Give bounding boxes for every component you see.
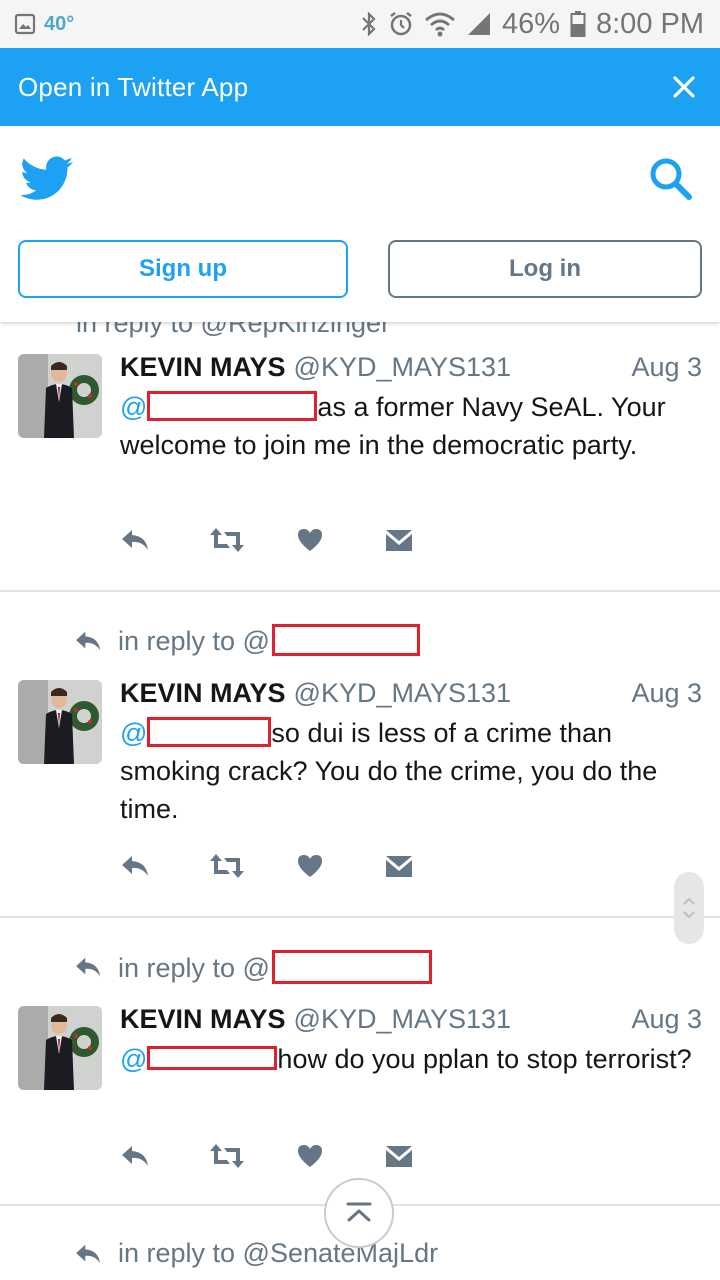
avatar[interactable] (18, 354, 102, 438)
author-name[interactable]: KEVIN MAYS (120, 352, 286, 383)
tweet[interactable]: in reply to @ KEVIN MAYS @KYD_MAYS131 Au… (0, 920, 720, 1206)
site-header: Sign up Log in (0, 126, 720, 322)
like-icon[interactable] (296, 848, 384, 884)
retweet-icon[interactable] (208, 522, 296, 558)
redaction-box (271, 950, 432, 984)
temperature: 40° (44, 12, 75, 35)
redaction-box (147, 717, 272, 747)
battery-icon (570, 10, 586, 38)
tweet-actions (120, 1138, 472, 1174)
signup-button[interactable]: Sign up (18, 240, 348, 298)
reply-context[interactable]: in reply to @SenateMajLdr (74, 1238, 438, 1269)
reply-context[interactable]: in reply to @ (74, 624, 420, 657)
avatar[interactable] (18, 680, 102, 764)
direct-message-icon[interactable] (384, 848, 472, 884)
author-name[interactable]: KEVIN MAYS (120, 1004, 286, 1035)
reply-to-label: in reply to @ (118, 953, 270, 983)
wifi-icon (424, 11, 456, 37)
retweet-icon[interactable] (208, 1138, 296, 1174)
author-handle[interactable]: @KYD_MAYS131 (294, 1004, 512, 1035)
redaction-box (147, 1046, 278, 1070)
tweet-actions (120, 848, 472, 884)
author-handle[interactable]: @KYD_MAYS131 (294, 678, 512, 709)
direct-message-icon[interactable] (384, 1138, 472, 1174)
author-handle[interactable]: @KYD_MAYS131 (294, 352, 512, 383)
like-icon[interactable] (296, 522, 384, 558)
reply-to-label: in reply to @SenateMajLdr (118, 1238, 439, 1268)
bluetooth-icon (360, 10, 378, 38)
reply-icon (76, 1244, 101, 1263)
search-icon[interactable] (648, 156, 694, 207)
open-in-app-banner[interactable]: Open in Twitter App (0, 48, 720, 126)
mention-link[interactable]: @ (120, 1044, 147, 1074)
clock: 8:00 PM (596, 7, 704, 40)
reply-icon (76, 631, 101, 650)
tweet-text: @ as a former Navy SeAL. Your welcome to … (120, 391, 666, 460)
tweet-actions (120, 522, 472, 558)
twitter-bird-icon[interactable] (20, 156, 74, 207)
scrollbar-handle[interactable] (674, 872, 704, 944)
tweet-date[interactable]: Aug 3 (631, 352, 702, 383)
open-in-app-label: Open in Twitter App (18, 71, 249, 102)
mention-link[interactable]: @ (120, 392, 147, 422)
tweet-date[interactable]: Aug 3 (631, 678, 702, 709)
reply-context[interactable]: in reply to @ (74, 950, 432, 984)
retweet-icon[interactable] (208, 848, 296, 884)
chevron-down-icon (683, 911, 695, 919)
author-name[interactable]: KEVIN MAYS (120, 678, 286, 709)
tweet-date[interactable]: Aug 3 (631, 1004, 702, 1035)
scroll-to-top-button[interactable] (324, 1178, 394, 1248)
alarm-icon (388, 10, 414, 38)
tweet-text: @ how do you pplan to stop terrorist? (120, 1044, 692, 1074)
direct-message-icon[interactable] (384, 522, 472, 558)
avatar[interactable] (18, 1006, 102, 1090)
reply-to-label: in reply to @ (118, 626, 270, 656)
like-icon[interactable] (296, 1138, 384, 1174)
login-button[interactable]: Log in (388, 240, 702, 298)
redaction-box (271, 624, 420, 656)
gallery-icon (14, 13, 36, 35)
signal-icon (466, 11, 492, 37)
status-bar: 40° 46% 8:00 PM (0, 0, 720, 48)
tweet-text: @ so dui is less of a crime than smoking … (120, 717, 658, 824)
redaction-box (147, 391, 318, 421)
reply-icon (76, 957, 101, 977)
reply-icon[interactable] (120, 1138, 208, 1174)
tweet[interactable]: KEVIN MAYS @KYD_MAYS131 Aug 3 @ as a form… (0, 322, 720, 592)
mention-link[interactable]: @ (120, 718, 147, 748)
double-chevron-up-icon (346, 1202, 372, 1222)
close-icon[interactable] (668, 71, 700, 103)
timeline[interactable]: in reply to @RepKinzinger KEVIN MAYS @KY… (0, 322, 720, 1280)
reply-icon[interactable] (120, 522, 208, 558)
battery-percent: 46% (501, 7, 560, 40)
tweet[interactable]: in reply to @ KEVIN MAYS @KYD_MAYS131 Au… (0, 594, 720, 918)
reply-icon[interactable] (120, 848, 208, 884)
chevron-up-icon (683, 897, 695, 905)
